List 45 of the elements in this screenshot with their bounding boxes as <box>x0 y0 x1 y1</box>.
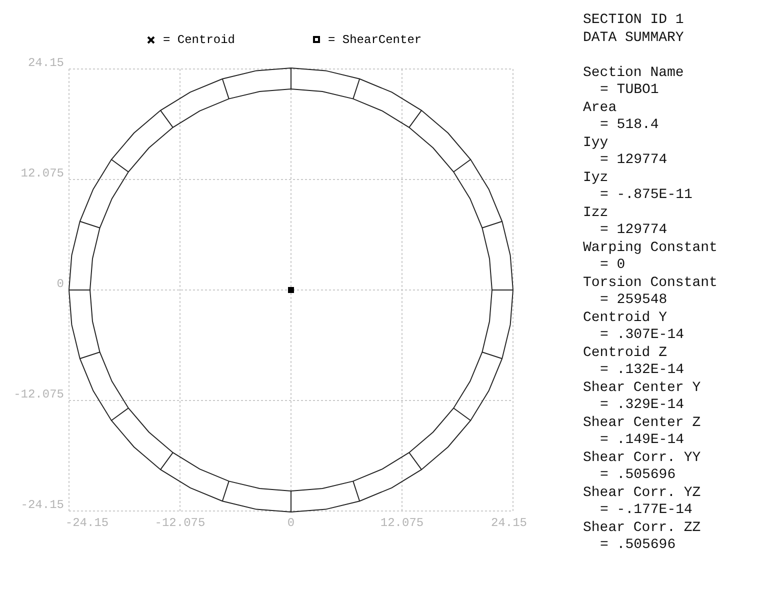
field-value: = 259548 <box>599 292 668 310</box>
legend-label: = ShearCenter <box>328 33 422 47</box>
field-value: = .505696 <box>599 537 676 554</box>
field-value: = .329E-14 <box>599 397 684 414</box>
axis-tick-label: -12.075 <box>154 516 206 530</box>
field-label: Shear Corr. YZ <box>583 484 701 502</box>
field-value: = .505696 <box>599 467 676 484</box>
field-label: Warping Constant <box>583 240 718 257</box>
axis-tick-label: -24.15 <box>20 498 64 512</box>
field-value: = .132E-14 <box>599 362 684 380</box>
field-label: Centroid Y <box>583 310 668 327</box>
field-value: = .307E-14 <box>599 327 684 344</box>
field-label: Shear Corr. ZZ <box>583 520 701 537</box>
summary-title: SECTION ID 1 <box>583 12 684 30</box>
field-value: = 129774 <box>599 222 668 240</box>
axis-tick-label: 0 <box>56 277 64 291</box>
axis-tick-label: 12.075 <box>20 166 64 180</box>
field-value: = 129774 <box>599 152 668 170</box>
axis-tick-label: 12.075 <box>380 516 424 530</box>
field-label: Izz <box>583 204 608 222</box>
axis-tick-label: 24.15 <box>28 56 64 70</box>
field-label: Shear Corr. YY <box>583 450 701 467</box>
field-value: = -.875E-11 <box>599 187 692 204</box>
field-label: Shear Center Z <box>583 414 701 432</box>
field-label: Torsion Constant <box>583 274 718 292</box>
summary-title: DATA SUMMARY <box>583 30 684 47</box>
axis-tick-label: -24.15 <box>65 516 109 530</box>
axis-tick-label: 24.15 <box>491 516 527 530</box>
axis-tick-label: -12.075 <box>14 388 64 402</box>
field-value: = 518.4 <box>599 117 659 134</box>
square-icon <box>313 36 320 43</box>
field-value: = TUBO1 <box>599 82 659 100</box>
field-value: = 0 <box>599 257 626 274</box>
cross-icon <box>147 36 155 44</box>
field-value: = .149E-14 <box>599 432 684 450</box>
field-label: Iyy <box>583 134 608 152</box>
field-label: Centroid Z <box>583 344 668 362</box>
field-label: Iyz <box>583 170 608 187</box>
axis-tick-label: 0 <box>287 516 295 530</box>
field-value: = -.177E-14 <box>599 502 692 520</box>
field-label: Section Name <box>583 64 684 82</box>
field-label: Area <box>583 100 617 117</box>
centroid-marker <box>288 287 294 293</box>
field-label: Shear Center Y <box>583 380 701 397</box>
legend-label: = Centroid <box>163 33 236 47</box>
